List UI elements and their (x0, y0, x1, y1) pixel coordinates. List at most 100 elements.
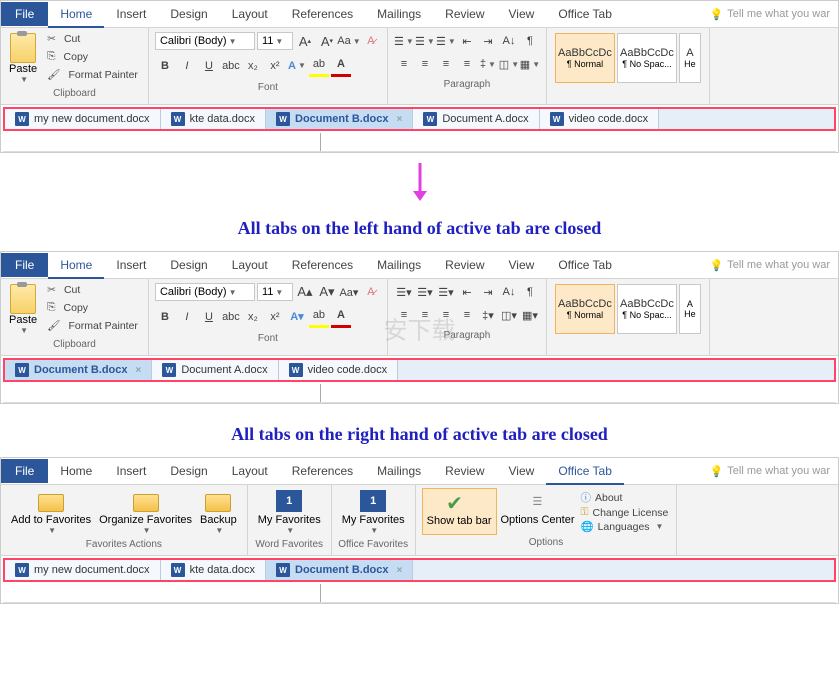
design-tab[interactable]: Design (158, 253, 219, 277)
align-right-button[interactable]: ≡ (436, 54, 456, 74)
inc-indent-button[interactable]: ⇥ (478, 31, 498, 51)
line-spacing-button[interactable]: ‡▼ (478, 54, 498, 74)
show-tab-bar-button[interactable]: ✔Show tab bar (422, 488, 497, 535)
align-center-button[interactable]: ≡ (415, 54, 435, 74)
underline-button[interactable]: U (199, 307, 219, 327)
font-color-button[interactable]: A (331, 305, 351, 328)
my-favorites-office-button[interactable]: 1My Favorites▼ (338, 488, 409, 537)
bullets-button[interactable]: ☰▼ (394, 31, 414, 51)
options-center-button[interactable]: ☰Options Center (497, 488, 579, 535)
tell-me[interactable]: 💡Tell me what you war (702, 460, 838, 483)
strikethrough-button[interactable]: abc (221, 56, 241, 76)
document-tab[interactable]: Wmy new document.docx (5, 109, 161, 129)
tell-me[interactable]: 💡Tell me what you war (702, 254, 838, 277)
cut-button[interactable]: ✂Cut (43, 31, 142, 47)
numbering-button[interactable]: ☰▾ (415, 282, 435, 302)
insert-tab[interactable]: Insert (104, 459, 158, 483)
document-tab[interactable]: WDocument B.docx× (5, 360, 152, 380)
show-marks-button[interactable]: ¶ (520, 31, 540, 51)
organize-favorites-button[interactable]: Organize Favorites▼ (95, 488, 196, 537)
mailings-tab[interactable]: Mailings (365, 253, 433, 277)
references-tab[interactable]: References (280, 459, 365, 483)
justify-button[interactable]: ≡ (457, 305, 477, 325)
align-right-button[interactable]: ≡ (436, 305, 456, 325)
design-tab[interactable]: Design (158, 2, 219, 26)
paste-button[interactable]: Paste▼ (7, 282, 39, 337)
close-icon[interactable]: × (397, 114, 403, 125)
dec-indent-button[interactable]: ⇤ (457, 282, 477, 302)
align-center-button[interactable]: ≡ (415, 305, 435, 325)
mailings-tab[interactable]: Mailings (365, 2, 433, 26)
borders-button[interactable]: ▦▾ (520, 305, 540, 325)
office-tab-tab[interactable]: Office Tab (546, 2, 624, 26)
shading-button[interactable]: ◫▼ (499, 54, 519, 74)
tell-me[interactable]: 💡Tell me what you war (702, 3, 838, 26)
add-to-favorites-button[interactable]: Add to Favorites▼ (7, 488, 95, 537)
italic-button[interactable]: I (177, 307, 197, 327)
document-tab[interactable]: Wkte data.docx (161, 560, 266, 580)
office-tab-tab[interactable]: Office Tab (546, 253, 624, 277)
show-marks-button[interactable]: ¶ (520, 282, 540, 302)
style-nospacing[interactable]: AaBbCcDc¶ No Spac... (617, 284, 677, 334)
home-tab[interactable]: Home (48, 253, 104, 279)
multilevel-button[interactable]: ☰▾ (436, 282, 456, 302)
layout-tab[interactable]: Layout (220, 459, 280, 483)
text-effects-button[interactable]: A▼ (287, 56, 307, 76)
align-left-button[interactable]: ≡ (394, 305, 414, 325)
italic-button[interactable]: I (177, 56, 197, 76)
grow-font-button[interactable]: A▴ (295, 31, 315, 51)
highlight-button[interactable]: ab (309, 54, 329, 77)
bullets-button[interactable]: ☰▾ (394, 282, 414, 302)
style-normal[interactable]: AaBbCcDc¶ Normal (555, 33, 615, 83)
strikethrough-button[interactable]: abc (221, 307, 241, 327)
file-tab[interactable]: File (1, 2, 48, 26)
file-tab[interactable]: File (1, 459, 48, 483)
style-normal[interactable]: AaBbCcDc¶ Normal (555, 284, 615, 334)
dec-indent-button[interactable]: ⇤ (457, 31, 477, 51)
document-tab[interactable]: WDocument A.docx (152, 360, 278, 380)
document-tab[interactable]: WDocument A.docx (413, 109, 539, 129)
document-tab[interactable]: WDocument B.docx× (266, 109, 413, 129)
subscript-button[interactable]: x₂ (243, 307, 263, 327)
multilevel-button[interactable]: ☰▼ (436, 31, 456, 51)
mailings-tab[interactable]: Mailings (365, 459, 433, 483)
change-license-button[interactable]: ⚿Change License (580, 506, 668, 519)
review-tab[interactable]: Review (433, 253, 496, 277)
home-tab[interactable]: Home (48, 2, 104, 28)
subscript-button[interactable]: x₂ (243, 56, 263, 76)
file-tab[interactable]: File (1, 253, 48, 277)
document-tab[interactable]: Wvideo code.docx (279, 360, 399, 380)
superscript-button[interactable]: x² (265, 56, 285, 76)
borders-button[interactable]: ▦▼ (520, 54, 540, 74)
grow-font-button[interactable]: A▴ (295, 282, 315, 302)
font-name-select[interactable]: Calibri (Body)▼ (155, 283, 255, 301)
clear-format-button[interactable]: A̷ (361, 31, 381, 51)
shrink-font-button[interactable]: A▾ (317, 31, 337, 51)
underline-button[interactable]: U (199, 56, 219, 76)
inc-indent-button[interactable]: ⇥ (478, 282, 498, 302)
shading-button[interactable]: ◫▾ (499, 305, 519, 325)
layout-tab[interactable]: Layout (220, 253, 280, 277)
review-tab[interactable]: Review (433, 2, 496, 26)
justify-button[interactable]: ≡ (457, 54, 477, 74)
insert-tab[interactable]: Insert (104, 253, 158, 277)
document-tab[interactable]: Wmy new document.docx (5, 560, 161, 580)
view-tab[interactable]: View (497, 459, 547, 483)
insert-tab[interactable]: Insert (104, 2, 158, 26)
font-name-select[interactable]: Calibri (Body)▼ (155, 32, 255, 50)
paste-button[interactable]: Paste▼ (7, 31, 39, 86)
sort-button[interactable]: A↓ (499, 31, 519, 51)
bold-button[interactable]: B (155, 56, 175, 76)
backup-button[interactable]: Backup▼ (196, 488, 241, 537)
font-size-select[interactable]: 11▼ (257, 32, 293, 50)
superscript-button[interactable]: x² (265, 307, 285, 327)
font-size-select[interactable]: 11▼ (257, 283, 293, 301)
design-tab[interactable]: Design (158, 459, 219, 483)
document-tab[interactable]: Wkte data.docx (161, 109, 266, 129)
highlight-button[interactable]: ab (309, 305, 329, 328)
languages-button[interactable]: 🌐Languages▼ (580, 520, 668, 533)
close-icon[interactable]: × (136, 365, 142, 376)
cut-button[interactable]: ✂Cut (43, 282, 142, 298)
align-left-button[interactable]: ≡ (394, 54, 414, 74)
format-painter-button[interactable]: 🖌Format Painter (43, 66, 142, 83)
